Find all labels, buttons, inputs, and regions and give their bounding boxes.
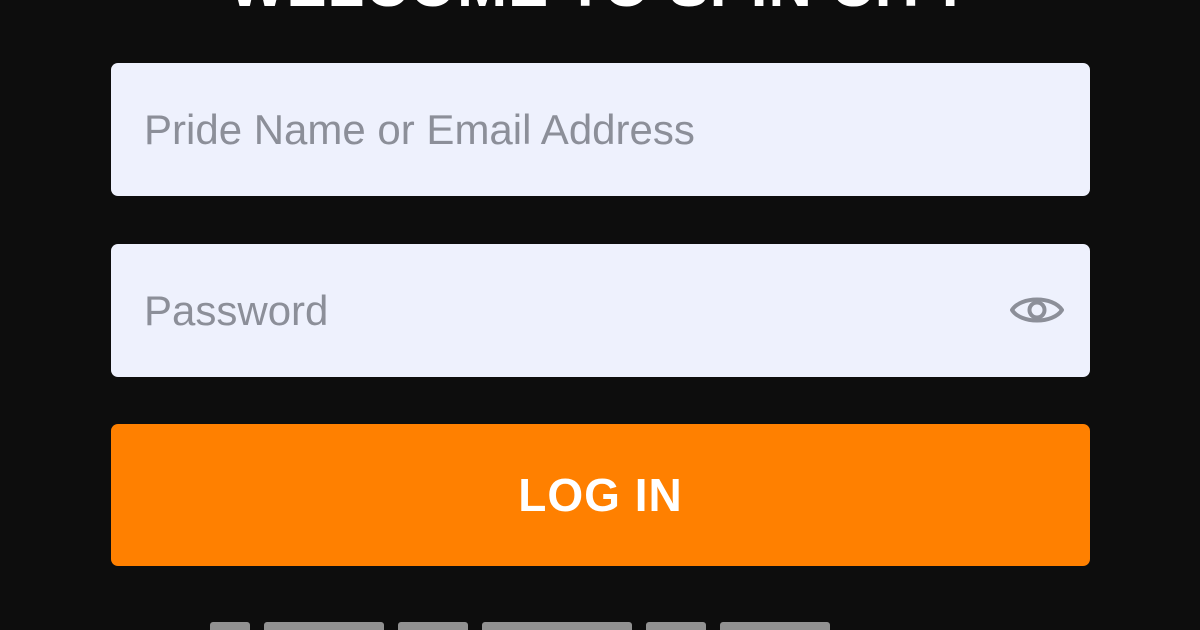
page-title: WELCOME TO SPIN CITY [0, 0, 1200, 16]
cropped-footer-text [210, 622, 990, 630]
email-input[interactable] [111, 63, 1090, 196]
login-page: WELCOME TO SPIN CITY LOG IN [0, 0, 1200, 630]
email-field-container [111, 63, 1090, 196]
login-button[interactable]: LOG IN [111, 424, 1090, 566]
password-input[interactable] [111, 244, 1090, 377]
eye-icon[interactable] [1008, 288, 1066, 332]
password-field-container [111, 244, 1090, 377]
